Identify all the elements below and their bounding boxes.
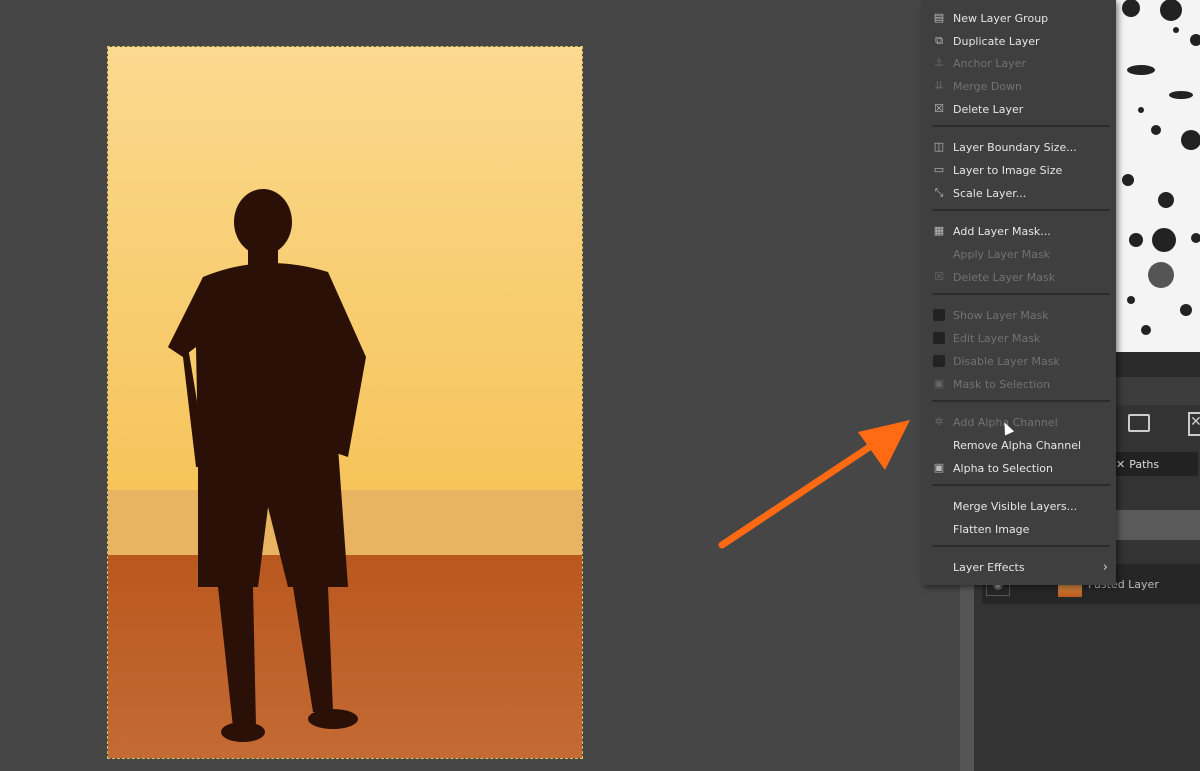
arrow-annotation — [718, 420, 910, 549]
